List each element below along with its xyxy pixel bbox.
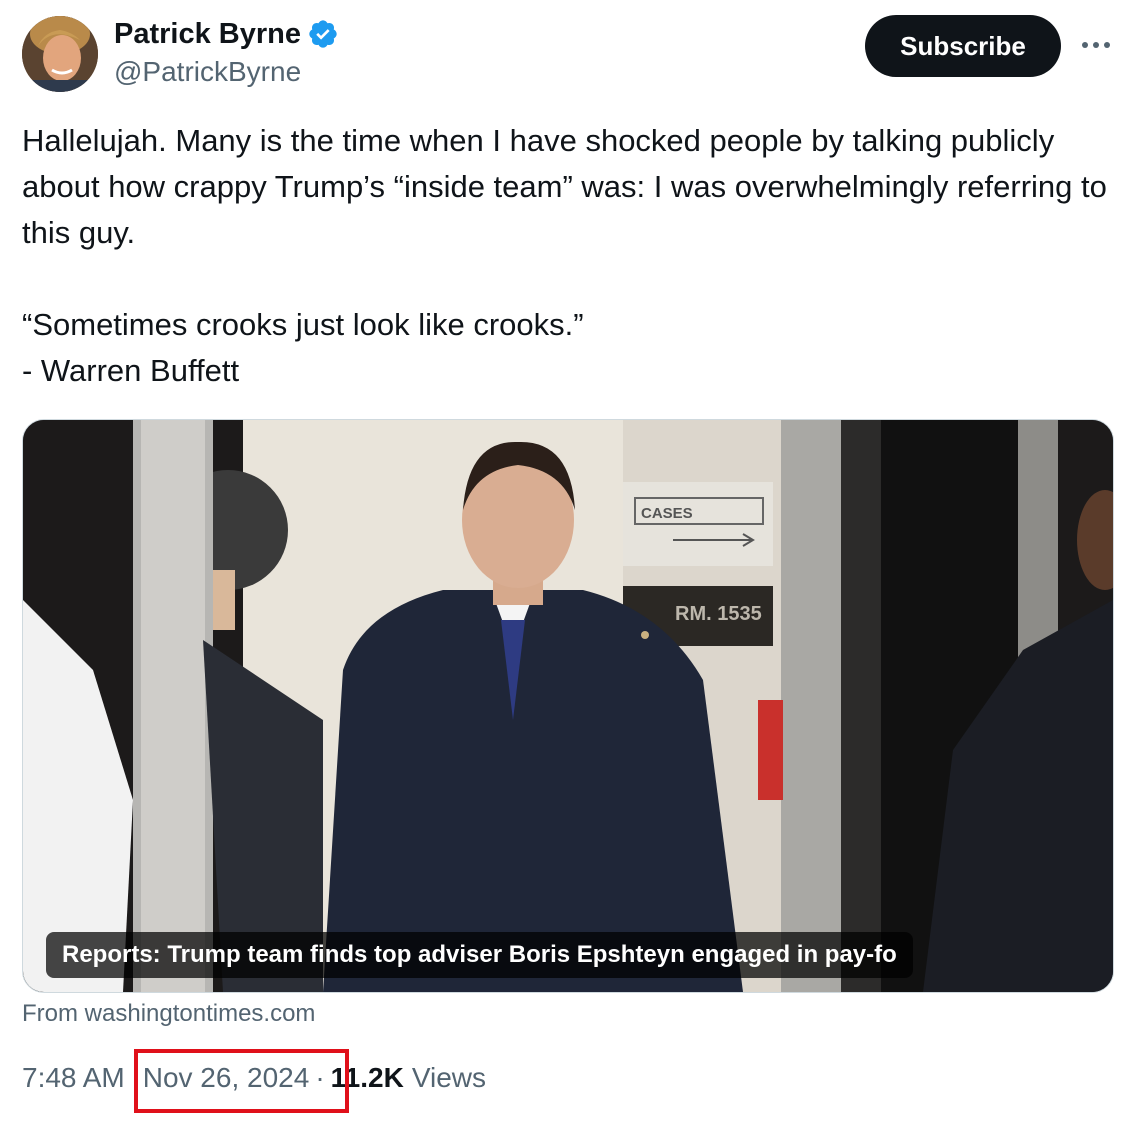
tweet-time[interactable]: 7:48 AM	[22, 1062, 125, 1094]
author-name-row: Patrick Byrne	[114, 16, 339, 52]
tweet-quote: “Sometimes crooks just look like crooks.…	[22, 307, 584, 342]
views-label: Views	[411, 1062, 486, 1093]
sign-room-text: RM. 1535	[675, 603, 762, 625]
sign-cases-text: CASES	[641, 505, 693, 522]
avatar-photo	[22, 16, 98, 92]
link-card[interactable]: CASES RM. 1535 Reports: Trump team finds…	[22, 419, 1114, 993]
more-options-icon[interactable]	[1076, 30, 1116, 60]
author-block: Patrick Byrne @PatrickByrne	[114, 16, 339, 88]
tweet-paragraph: Hallelujah. Many is the time when I have…	[22, 123, 1107, 250]
author-name[interactable]: Patrick Byrne	[114, 18, 301, 51]
link-card-headline: Reports: Trump team finds top adviser Bo…	[46, 932, 913, 978]
more-dot	[1082, 42, 1088, 48]
avatar[interactable]	[22, 16, 98, 92]
date-highlight-box	[134, 1049, 349, 1113]
tweet-attribution: - Warren Buffett	[22, 353, 240, 388]
subscribe-button[interactable]: Subscribe	[865, 15, 1061, 77]
author-handle[interactable]: @PatrickByrne	[114, 56, 339, 88]
more-dot	[1093, 42, 1099, 48]
tweet-text: Hallelujah. Many is the time when I have…	[22, 118, 1112, 394]
verified-badge-icon[interactable]	[307, 18, 339, 50]
more-dot	[1104, 42, 1110, 48]
link-card-image: CASES RM. 1535	[23, 420, 1113, 992]
link-source[interactable]: From washingtontimes.com	[22, 1000, 315, 1028]
